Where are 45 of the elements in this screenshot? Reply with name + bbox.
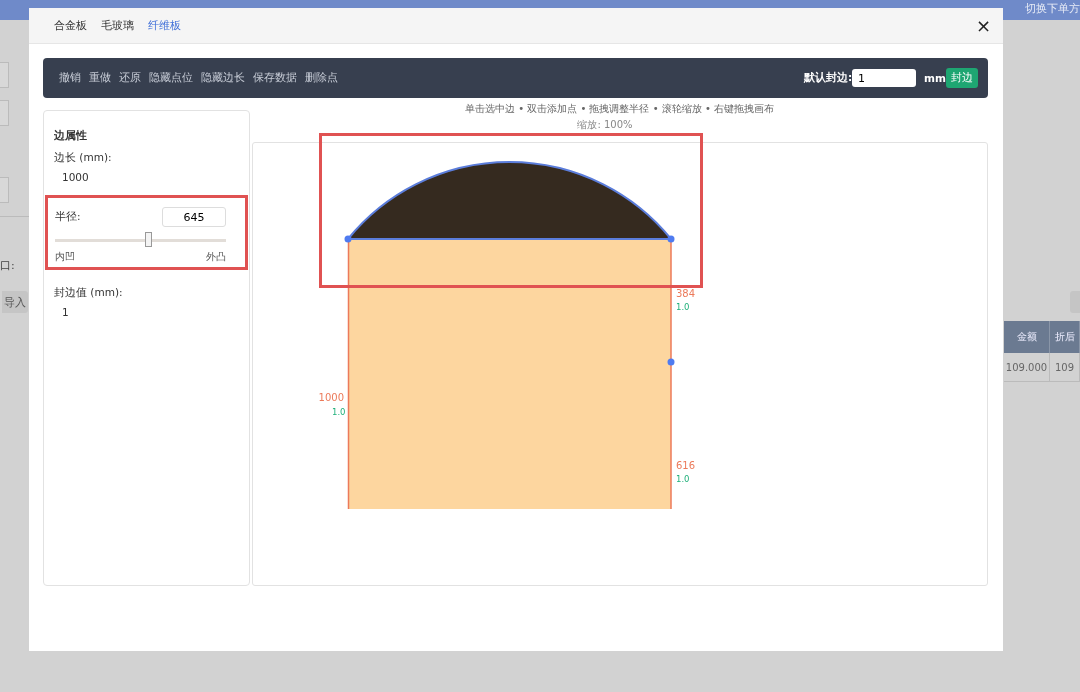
edge-length-label: 384	[676, 288, 696, 299]
toolbar-button[interactable]: 撤销	[59, 71, 81, 85]
field-value: 1	[62, 306, 70, 318]
arc-edge[interactable]	[347, 161, 672, 240]
toolbar-button[interactable]: 重做	[89, 71, 111, 85]
zoom-level: 缩放: 100%	[576, 118, 634, 132]
toolbar-button[interactable]: 删除点	[305, 71, 338, 85]
table-cell: 109	[1050, 353, 1080, 382]
edge-length-label: 616	[676, 460, 696, 471]
field-value: 1000	[62, 171, 90, 183]
table-cell: 109.000	[1004, 353, 1050, 382]
field-label: 半径:	[55, 210, 81, 224]
edge-band-label: 1.0	[676, 302, 690, 312]
panel-title: 边属性	[54, 129, 88, 143]
edge-length-label: 1000	[318, 392, 344, 403]
slider-max-label: 外凸	[206, 250, 226, 264]
radius-input[interactable]: 645	[162, 207, 226, 227]
edge-band-label: 1.0	[676, 474, 690, 484]
import-button[interactable]: 导入	[2, 291, 28, 313]
hint-text: 单击选中边 • 双击添加点 • 拖拽调整半径 • 滚轮缩放 • 右键拖拽画布	[463, 102, 775, 116]
close-button[interactable]: ×	[973, 16, 993, 35]
tab[interactable]: 纤维板	[148, 18, 181, 33]
column-header: 金额	[1004, 321, 1050, 353]
vertex-handle[interactable]	[344, 235, 352, 243]
input-field[interactable]	[0, 100, 9, 126]
toolbar-button[interactable]: 隐藏点位	[149, 71, 193, 85]
toolbar-button[interactable]: 保存数据	[253, 71, 297, 85]
input-field[interactable]	[0, 177, 9, 203]
edge-band-input[interactable]: 1	[852, 69, 917, 87]
slider-min-label: 内凹	[55, 250, 75, 264]
vertex-handle[interactable]	[667, 358, 675, 366]
field-label: 口:	[0, 258, 15, 273]
unit-label: mm	[924, 72, 946, 84]
tab[interactable]: 毛玻璃	[101, 18, 134, 33]
edge-band-label: 1.0	[332, 407, 346, 417]
field-label: 默认封边:	[803, 71, 853, 85]
toolbar-button[interactable]: 还原	[119, 71, 141, 85]
column-header: 折后	[1050, 321, 1080, 353]
field-label: 边长 (mm):	[54, 151, 113, 165]
input-field[interactable]	[0, 62, 9, 88]
field-label: 封边值 (mm):	[54, 286, 124, 300]
toolbar-button[interactable]: 隐藏边长	[201, 71, 245, 85]
tab[interactable]: 合金板	[54, 18, 87, 33]
slider-thumb[interactable]	[145, 232, 153, 247]
vertex-handle[interactable]	[667, 235, 675, 243]
